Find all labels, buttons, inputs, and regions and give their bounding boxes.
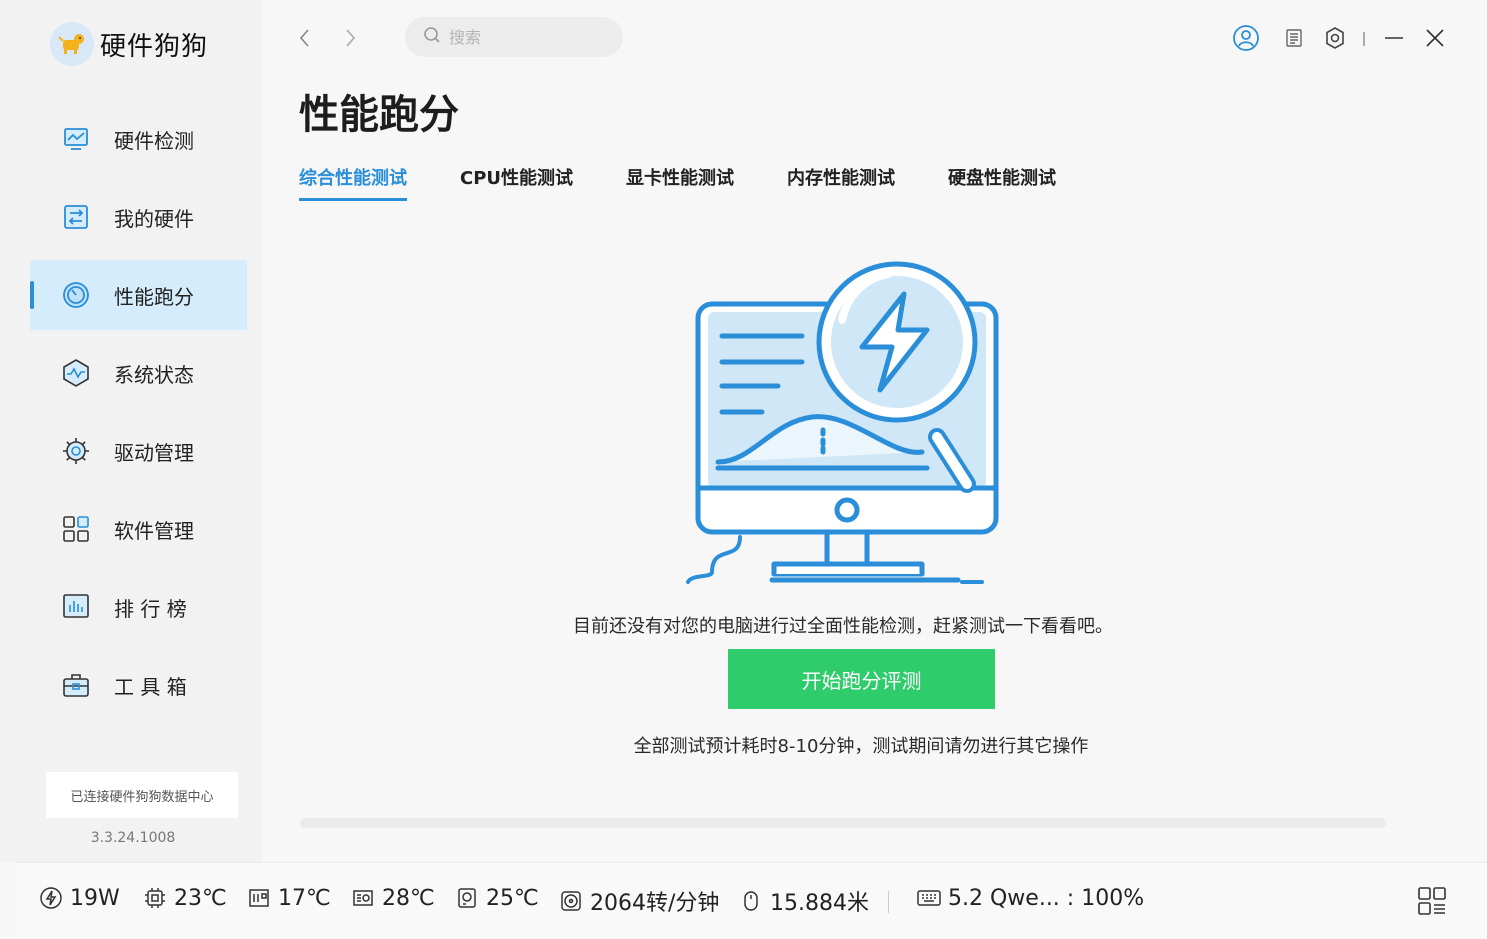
tab-gpu[interactable]: 显卡性能测试 bbox=[626, 164, 734, 201]
cpu-icon bbox=[142, 885, 168, 911]
sidebar: 硬件狗狗 硬件检测 我的硬件 性能跑分 系统状态 驱动管理 软件管理 排 行 榜… bbox=[0, 0, 262, 862]
app-logo: 硬件狗狗 bbox=[50, 22, 208, 66]
fan-speed-stat[interactable]: 2064转/分钟 bbox=[558, 885, 719, 917]
sidebar-item-system-status[interactable]: 系统状态 bbox=[30, 338, 247, 408]
tab-disk[interactable]: 硬盘性能测试 bbox=[948, 164, 1056, 201]
back-arrow-icon[interactable] bbox=[293, 26, 317, 50]
notes-icon[interactable] bbox=[1280, 24, 1308, 52]
status-divider bbox=[888, 891, 889, 913]
search-input[interactable] bbox=[449, 27, 599, 47]
version-label: 3.3.24.1008 bbox=[90, 830, 176, 846]
benchmark-illustration bbox=[686, 261, 999, 584]
monitor-chart-icon bbox=[60, 123, 92, 155]
motherboard-icon bbox=[246, 885, 272, 911]
separator-icon bbox=[1350, 24, 1378, 52]
tab-cpu[interactable]: CPU性能测试 bbox=[460, 164, 573, 201]
sidebar-item-benchmark[interactable]: 性能跑分 bbox=[30, 260, 247, 330]
dog-logo-icon bbox=[50, 22, 94, 66]
layout-grid-icon[interactable] bbox=[1416, 885, 1448, 921]
cpu-temp-stat[interactable]: 23℃ bbox=[142, 885, 227, 911]
sidebar-item-label: 我的硬件 bbox=[114, 206, 194, 231]
minimize-icon[interactable] bbox=[1380, 24, 1408, 52]
swap-board-icon bbox=[60, 201, 92, 233]
power-stat[interactable]: 19W bbox=[38, 885, 120, 911]
benchmark-duration-note: 全部测试预计耗时8-10分钟，测试期间请勿进行其它操作 bbox=[633, 736, 1089, 757]
sidebar-item-label: 工 具 箱 bbox=[114, 674, 187, 699]
mouse-distance-stat[interactable]: 15.884米 bbox=[738, 885, 869, 917]
grid-apps-icon bbox=[60, 513, 92, 545]
sidebar-item-label: 软件管理 bbox=[114, 518, 194, 543]
user-account-icon[interactable] bbox=[1232, 24, 1260, 52]
no-benchmark-message: 目前还没有对您的电脑进行过全面性能检测，赶紧测试一下看看吧。 bbox=[573, 616, 1113, 637]
sidebar-item-my-hardware[interactable]: 我的硬件 bbox=[30, 182, 247, 252]
board-temp-stat[interactable]: 17℃ bbox=[246, 885, 331, 911]
gear-icon bbox=[60, 435, 92, 467]
status-bar: 19W 23℃ 17℃ 28℃ 25℃ 2064转/分钟 15.884米 5.2… bbox=[16, 862, 1487, 939]
disk-icon bbox=[454, 885, 480, 911]
fan-icon bbox=[558, 888, 584, 914]
sidebar-item-toolbox[interactable]: 工 具 箱 bbox=[30, 650, 247, 720]
app-window: 硬件狗狗 硬件检测 我的硬件 性能跑分 系统状态 驱动管理 软件管理 排 行 榜… bbox=[0, 0, 1487, 939]
page-title: 性能跑分 bbox=[299, 92, 459, 138]
tab-memory[interactable]: 内存性能测试 bbox=[787, 164, 895, 201]
search-icon bbox=[423, 26, 441, 48]
sidebar-item-label: 驱动管理 bbox=[114, 440, 194, 465]
app-name: 硬件狗狗 bbox=[100, 31, 209, 62]
settings-icon[interactable] bbox=[1321, 24, 1349, 52]
disk-temp-stat[interactable]: 25℃ bbox=[454, 885, 539, 911]
sidebar-nav: 硬件检测 我的硬件 性能跑分 系统状态 驱动管理 软件管理 排 行 榜 工 具 … bbox=[30, 104, 247, 728]
gpu-temp-stat[interactable]: 28℃ bbox=[350, 885, 435, 911]
speedometer-icon bbox=[60, 279, 92, 311]
keyboard-stat[interactable]: 5.2 Qwe... : 100% bbox=[916, 885, 1144, 911]
sidebar-item-driver[interactable]: 驱动管理 bbox=[30, 416, 247, 486]
gpu-icon bbox=[350, 885, 376, 911]
connection-status[interactable]: 已连接硬件狗狗数据中心 bbox=[46, 772, 238, 818]
sidebar-item-ranking[interactable]: 排 行 榜 bbox=[30, 572, 247, 642]
sidebar-item-label: 性能跑分 bbox=[114, 284, 194, 309]
bar-chart-icon bbox=[60, 591, 92, 623]
sidebar-item-label: 排 行 榜 bbox=[114, 596, 187, 621]
close-icon[interactable] bbox=[1421, 24, 1449, 52]
sidebar-item-label: 硬件检测 bbox=[114, 128, 194, 153]
tab-overall[interactable]: 综合性能测试 bbox=[299, 164, 407, 201]
benchmark-tabs: 综合性能测试 CPU性能测试 显卡性能测试 内存性能测试 硬盘性能测试 bbox=[299, 164, 1109, 201]
search-box[interactable] bbox=[405, 17, 623, 57]
forward-arrow-icon[interactable] bbox=[338, 26, 362, 50]
sidebar-item-software[interactable]: 软件管理 bbox=[30, 494, 247, 564]
hexagon-pulse-icon bbox=[60, 357, 92, 389]
start-benchmark-button[interactable]: 开始跑分评测 bbox=[728, 649, 995, 709]
toolbox-icon bbox=[60, 669, 92, 701]
keyboard-icon bbox=[916, 885, 942, 911]
sidebar-item-hardware-check[interactable]: 硬件检测 bbox=[30, 104, 247, 174]
mouse-icon bbox=[738, 888, 764, 914]
benchmark-progress-bar bbox=[300, 818, 1386, 828]
sidebar-item-label: 系统状态 bbox=[114, 362, 194, 387]
power-icon bbox=[38, 885, 64, 911]
